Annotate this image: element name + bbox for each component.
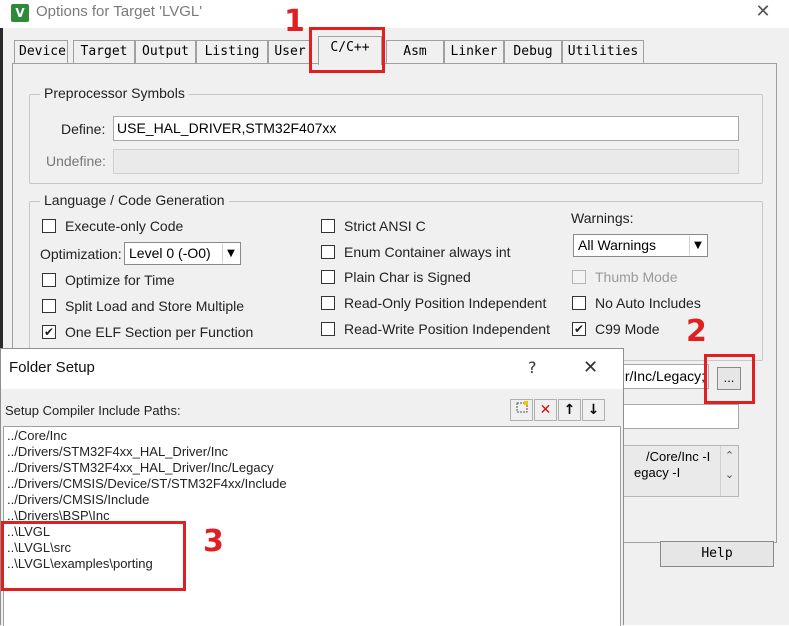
- checkbox-label: Read-Only Position Independent: [344, 295, 547, 311]
- move-up-icon[interactable]: ↑: [558, 399, 581, 421]
- define-input[interactable]: USE_HAL_DRIVER,STM32F407xx: [113, 116, 739, 141]
- one-elf-section-checkbox[interactable]: ✔ One ELF Section per Function: [42, 324, 253, 340]
- checkbox-label: Enum Container always int: [344, 244, 511, 260]
- checkbox-box: [321, 296, 335, 310]
- annotation-highlight: [704, 354, 755, 404]
- list-item[interactable]: ../Drivers/STM32F4xx_HAL_Driver/Inc: [7, 444, 228, 459]
- ro-position-independent-checkbox[interactable]: Read-Only Position Independent: [321, 295, 546, 311]
- close-icon[interactable]: ✕: [583, 357, 598, 378]
- help-button[interactable]: Help: [660, 541, 774, 567]
- tab-user[interactable]: User: [268, 40, 312, 64]
- split-load-store-checkbox[interactable]: Split Load and Store Multiple: [42, 298, 244, 314]
- checkbox-label: One ELF Section per Function: [65, 324, 254, 340]
- list-item[interactable]: ../Drivers/CMSIS/Device/ST/STM32F4xx/Inc…: [7, 476, 287, 491]
- tab-c-cpp[interactable]: C/C++: [318, 36, 382, 65]
- tab-asm[interactable]: Asm: [386, 40, 444, 64]
- warnings-select[interactable]: All Warnings ▼: [573, 234, 708, 257]
- tab-debug[interactable]: Debug: [504, 40, 562, 64]
- enum-container-checkbox[interactable]: Enum Container always int: [321, 244, 511, 260]
- no-auto-includes-checkbox[interactable]: No Auto Includes: [572, 295, 701, 311]
- group-title: Language / Code Generation: [40, 192, 229, 208]
- warnings-value: All Warnings: [578, 237, 657, 253]
- scroll-up-icon[interactable]: ⌃: [721, 449, 738, 462]
- checkbox-box: [321, 219, 335, 233]
- thumb-mode-checkbox[interactable]: Thumb Mode: [572, 269, 677, 285]
- checkbox-label: Plain Char is Signed: [344, 269, 471, 285]
- checkbox-label: Optimize for Time: [65, 272, 175, 288]
- chevron-down-icon: ▼: [689, 236, 706, 255]
- checkbox-label: Strict ANSI C: [344, 218, 426, 234]
- plain-char-signed-checkbox[interactable]: Plain Char is Signed: [321, 269, 471, 285]
- checkbox-label: C99 Mode: [595, 321, 660, 337]
- chevron-down-icon: ▼: [222, 244, 239, 263]
- tab-target[interactable]: Target: [73, 40, 135, 64]
- list-item[interactable]: ../Drivers/CMSIS/Include: [7, 492, 149, 507]
- path-toolbar: ✕ ↑ ↓: [510, 399, 606, 421]
- checkbox-box: ✔: [42, 325, 56, 339]
- rw-position-independent-checkbox[interactable]: Read-Write Position Independent: [321, 321, 550, 337]
- tab-utilities[interactable]: Utilities: [562, 40, 644, 64]
- close-icon[interactable]: ✕: [748, 0, 778, 26]
- tab-output[interactable]: Output: [135, 40, 196, 64]
- help-icon[interactable]: ?: [528, 358, 537, 377]
- background-window-edge: [0, 28, 3, 348]
- tab-linker[interactable]: Linker: [444, 40, 504, 64]
- delete-icon[interactable]: ✕: [534, 399, 557, 421]
- new-folder-icon[interactable]: [510, 399, 533, 421]
- checkbox-label: No Auto Includes: [595, 295, 701, 311]
- list-item[interactable]: ../Core/Inc: [7, 428, 67, 443]
- checkbox-box: [42, 273, 56, 287]
- tab-device[interactable]: Device: [14, 40, 68, 64]
- strict-ansi-checkbox[interactable]: Strict ANSI C: [321, 218, 426, 234]
- annotation-highlight: [1, 521, 186, 591]
- checkbox-box: [321, 245, 335, 259]
- define-label: Define:: [61, 121, 106, 137]
- optimization-value: Level 0 (-O0): [129, 245, 211, 261]
- preprocessor-group: Preprocessor Symbols Define: USE_HAL_DRI…: [29, 85, 763, 184]
- title-bar: V Options for Target 'LVGL' ✕: [0, 0, 789, 28]
- checkbox-label: Split Load and Store Multiple: [65, 298, 244, 314]
- checkbox-box: [321, 322, 335, 336]
- checkbox-label: Thumb Mode: [595, 269, 678, 285]
- checkbox-box: [321, 270, 335, 284]
- optimization-select[interactable]: Level 0 (-O0) ▼: [124, 242, 241, 265]
- code-generation-group: Language / Code Generation Execute-only …: [29, 192, 763, 361]
- compiler-string-line: egacy -I: [634, 465, 681, 480]
- undefine-label: Undefine:: [46, 153, 106, 169]
- optimization-label: Optimization:: [40, 246, 122, 262]
- tab-listing[interactable]: Listing: [196, 40, 268, 64]
- annotation-number: 2: [686, 314, 707, 349]
- move-down-icon[interactable]: ↓: [582, 399, 605, 421]
- include-paths-label: Setup Compiler Include Paths:: [5, 403, 181, 418]
- scroll-down-icon[interactable]: ⌄: [721, 468, 738, 481]
- checkbox-box: [42, 219, 56, 233]
- c99-mode-checkbox[interactable]: ✔ C99 Mode: [572, 321, 660, 337]
- window-title: Options for Target 'LVGL': [36, 3, 203, 20]
- annotation-number: 1: [284, 4, 305, 39]
- scrollbar[interactable]: ⌃ ⌄: [720, 446, 738, 496]
- app-logo-icon: V: [11, 4, 29, 22]
- checkbox-label: Execute-only Code: [65, 218, 184, 234]
- folder-setup-title: Folder Setup: [9, 359, 95, 376]
- annotation-number: 3: [203, 524, 224, 559]
- list-item[interactable]: ../Drivers/STM32F4xx_HAL_Driver/Inc/Lega…: [7, 460, 274, 475]
- checkbox-box: ✔: [572, 322, 586, 336]
- checkbox-label: Read-Write Position Independent: [344, 321, 550, 337]
- compiler-string-line: /Core/Inc -I: [646, 449, 711, 464]
- checkbox-box: [572, 270, 586, 284]
- optimize-time-checkbox[interactable]: Optimize for Time: [42, 272, 175, 288]
- warnings-label: Warnings:: [571, 210, 634, 226]
- checkbox-box: [572, 296, 586, 310]
- group-title: Preprocessor Symbols: [40, 85, 189, 101]
- checkbox-box: [42, 299, 56, 313]
- execute-only-checkbox[interactable]: Execute-only Code: [42, 218, 183, 234]
- undefine-input[interactable]: [113, 149, 739, 174]
